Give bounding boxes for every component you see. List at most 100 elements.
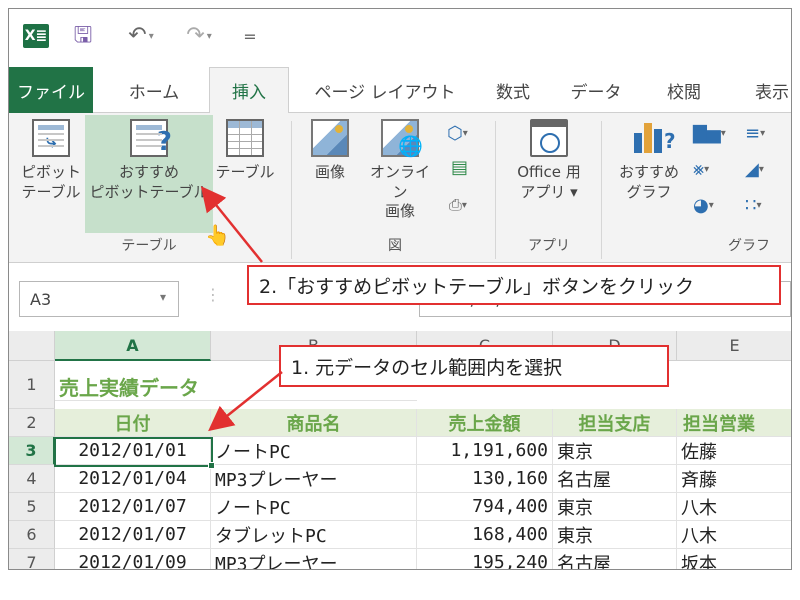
office-apps-label: Office 用 アプリ ▾ [517, 163, 581, 201]
table-cell[interactable]: 1,191,600 [417, 437, 553, 465]
header-cell-date[interactable]: 日付 [55, 409, 211, 437]
recommended-chart-button[interactable]: ? おすすめ グラフ [613, 119, 685, 202]
callout-step-1: 1. 元データのセル範囲内を選択 [279, 345, 669, 387]
pivot-table-label: ピボット テーブル [20, 163, 81, 201]
table-cell[interactable]: 斉藤 [677, 465, 791, 493]
row-header-4[interactable]: 4 [9, 465, 55, 493]
table-cell[interactable]: MP3プレーヤー [211, 465, 417, 493]
row-header-1[interactable]: 1 [9, 361, 55, 409]
tab-page-layout[interactable]: ページ レイアウト [305, 67, 465, 113]
table-cell[interactable]: MP3プレーヤー [211, 549, 417, 569]
save-icon: 🖫 [73, 23, 93, 48]
excel-app-icon[interactable]: X≣ [21, 19, 51, 53]
area-chart-icon: ◢ [745, 159, 759, 180]
header-cell-branch[interactable]: 担当支店 [553, 409, 677, 437]
line-chart-icon: ⨳ [693, 159, 705, 180]
tab-file[interactable]: ファイル [9, 67, 93, 113]
name-box-value: A3 [30, 289, 52, 309]
chevron-down-icon: ▾ [708, 200, 714, 211]
group-label-figure: 図 [388, 238, 402, 254]
ribbon-tabs: ファイル ホーム 挿入 ページ レイアウト 数式 データ 校閲 表示 [9, 67, 791, 114]
header-cell-product[interactable]: 商品名 [211, 409, 417, 437]
header-cell-rep[interactable]: 担当営業 [677, 409, 791, 437]
pie-chart-button[interactable]: ◕ ▾ [693, 195, 714, 216]
group-label-charts: グラフ [728, 238, 770, 254]
table-cell[interactable]: 坂本 [677, 549, 791, 570]
customize-quick-access-button[interactable]: = [239, 19, 261, 53]
table-cell[interactable]: 東京 [553, 437, 677, 465]
area-chart-button[interactable]: ◢ ▾ [745, 159, 764, 180]
table-cell[interactable]: 130,160 [417, 465, 553, 493]
table-cell[interactable]: 2012/01/07 [55, 521, 211, 549]
table-cell[interactable]: タブレットPC [211, 521, 417, 549]
name-box[interactable]: A3 ▾ [19, 281, 179, 317]
formula-bar-divider: ⋮ [205, 285, 221, 304]
table-cell[interactable]: 八木 [677, 521, 791, 549]
image-label: 画像 [314, 163, 345, 181]
smartart-button[interactable]: ▤ [451, 157, 468, 178]
recommended-pivot-icon: ? [130, 119, 172, 157]
pivot-table-button[interactable]: ⤷ ピボット テーブル [15, 119, 87, 202]
tab-data[interactable]: データ [561, 67, 631, 113]
image-button[interactable]: 画像 [301, 119, 359, 183]
row-header-2[interactable]: 2 [9, 409, 55, 437]
undo-button[interactable]: ↶ ▾ [121, 19, 161, 53]
column-header-e[interactable]: E [677, 331, 791, 361]
row-header-6[interactable]: 6 [9, 521, 55, 549]
redo-icon: ↷ [186, 23, 205, 48]
office-apps-button[interactable]: Office 用 アプリ ▾ [507, 119, 591, 202]
office-store-icon [530, 119, 568, 157]
table-cell[interactable]: 佐藤 [677, 437, 791, 465]
save-button[interactable]: 🖫 [69, 19, 97, 53]
line-chart-button[interactable]: ⨳ ▾ [693, 159, 709, 180]
table-button[interactable]: テーブル [209, 119, 281, 183]
table-cell[interactable]: ノートPC [211, 437, 417, 465]
row-header-3[interactable]: 3 [9, 437, 55, 465]
table-icon [226, 119, 264, 157]
shapes-button[interactable]: ⬡ ▾ [447, 123, 468, 144]
fill-handle[interactable] [208, 462, 215, 469]
row-header-5[interactable]: 5 [9, 493, 55, 521]
group-label-apps: アプリ [528, 238, 570, 254]
header-cell-sales[interactable]: 売上金額 [417, 409, 553, 437]
image-icon [311, 119, 349, 157]
redo-button[interactable]: ↷ ▾ [179, 19, 219, 53]
table-cell[interactable]: 東京 [553, 493, 677, 521]
recommended-chart-icon: ? [630, 119, 676, 157]
screenshot-button[interactable]: ⎙ ▾ [449, 195, 467, 215]
chevron-down-icon[interactable]: ▾ [160, 290, 166, 304]
tab-formulas[interactable]: 数式 [483, 67, 543, 113]
table-cell[interactable]: 168,400 [417, 521, 553, 549]
tab-insert[interactable]: 挿入 [209, 67, 289, 114]
shapes-icon: ⬡ [447, 123, 463, 144]
table-cell[interactable]: 195,240 [417, 549, 553, 569]
table-cell[interactable]: 2012/01/04 [55, 465, 211, 493]
tab-review[interactable]: 校閲 [649, 67, 719, 113]
select-all-corner[interactable] [9, 331, 55, 361]
table-cell[interactable]: 2012/01/07 [55, 493, 211, 521]
recommended-pivot-table-button[interactable]: ? おすすめ ピボットテーブル [85, 115, 213, 233]
screenshot-icon: ⎙ [449, 195, 462, 214]
bar-chart-button[interactable]: ≡ ▾ [745, 123, 765, 144]
recommended-pivot-label: おすすめ ピボットテーブル [89, 163, 209, 201]
column-chart-icon: ▇▅ [693, 123, 721, 144]
scatter-chart-button[interactable]: ∷ ▾ [745, 195, 761, 216]
tab-view[interactable]: 表示 [737, 67, 791, 113]
table-cell[interactable]: 八木 [677, 493, 791, 521]
table-cell[interactable]: 794,400 [417, 493, 553, 521]
smartart-icon: ▤ [451, 157, 469, 178]
ribbon-divider [291, 121, 292, 259]
tab-home[interactable]: ホーム [109, 67, 199, 113]
ribbon-divider [495, 121, 496, 259]
table-cell[interactable]: 2012/01/09 [55, 549, 211, 569]
table-cell[interactable]: 名古屋 [553, 465, 677, 493]
table-cell[interactable]: 東京 [553, 521, 677, 549]
scatter-chart-icon: ∷ [745, 195, 757, 216]
table-cell[interactable]: ノートPC [211, 493, 417, 521]
table-label: テーブル [215, 163, 275, 181]
online-image-button[interactable]: 🌐 オンライン 画像 [365, 119, 435, 222]
row-header-7[interactable]: 7 [9, 549, 55, 569]
column-chart-button[interactable]: ▇▅ ▾ [693, 123, 726, 144]
table-cell[interactable]: 名古屋 [553, 549, 677, 569]
column-header-a[interactable]: A [55, 331, 211, 361]
